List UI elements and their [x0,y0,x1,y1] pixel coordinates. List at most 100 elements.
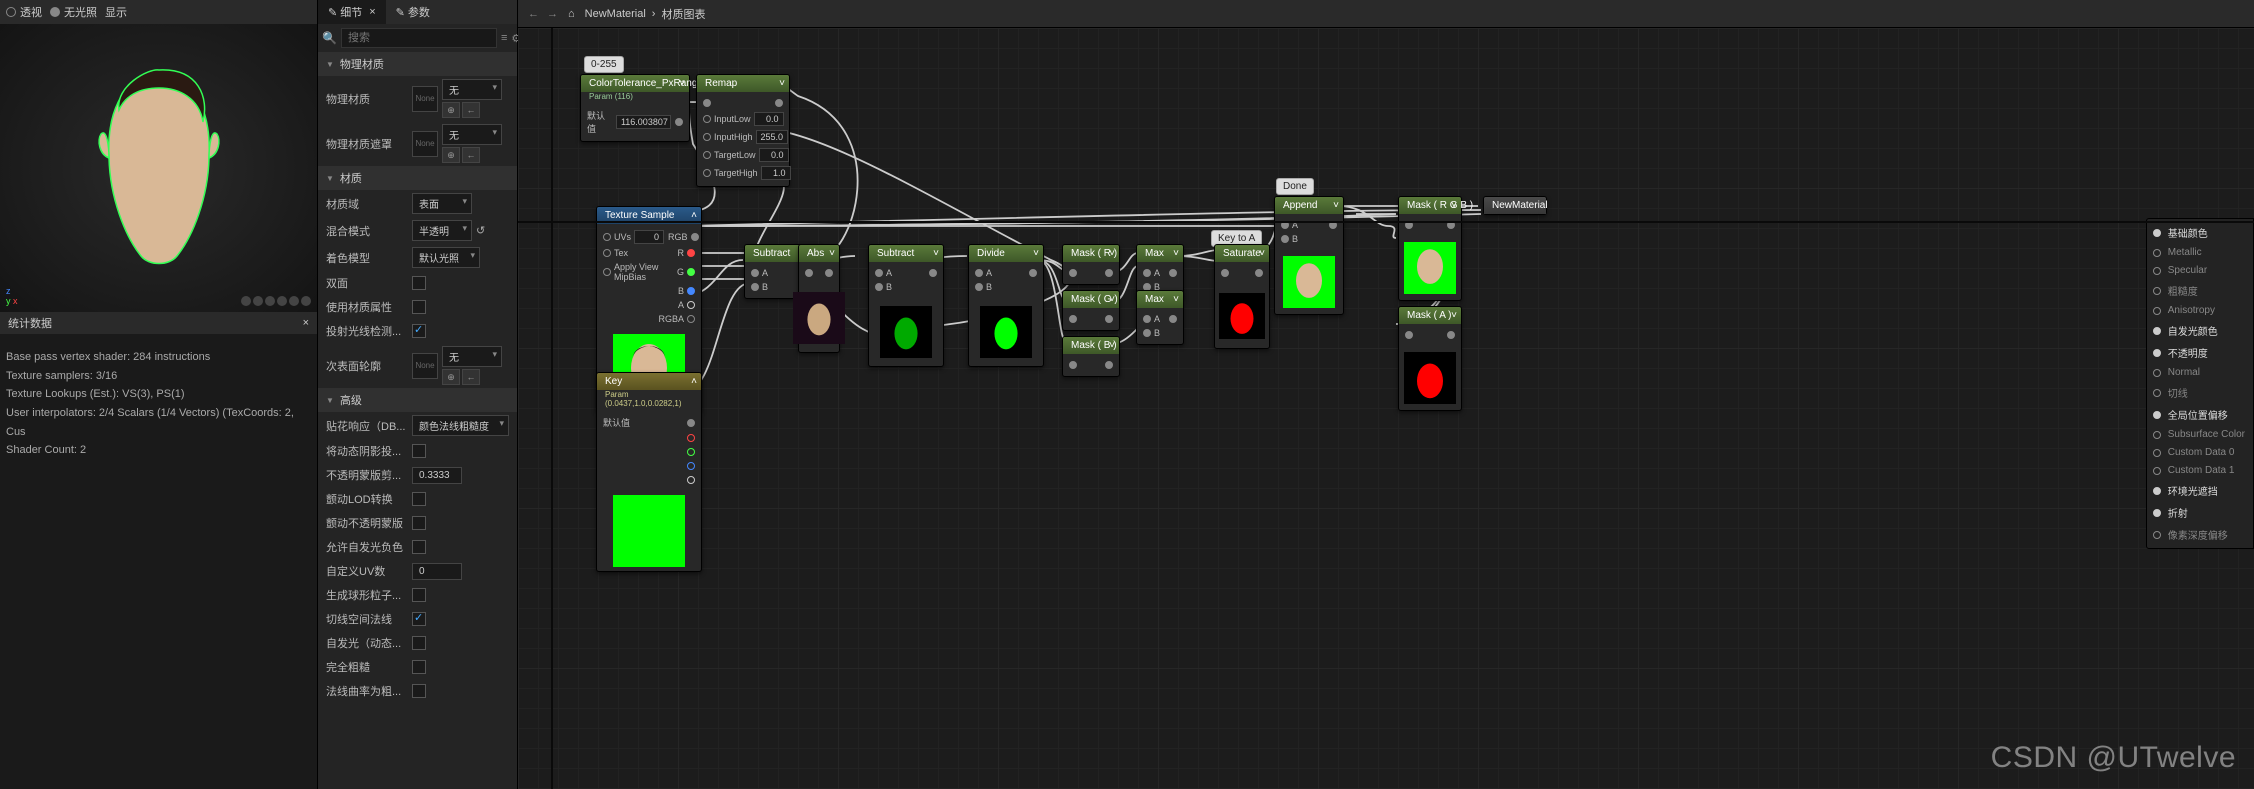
dither-mask-checkbox[interactable] [412,516,426,530]
node-append[interactable]: Append˅ AB [1274,196,1344,315]
shading-model-dropdown[interactable]: 默认光照 [412,247,480,268]
output-pin[interactable]: 全局位置偏移 [2153,407,2245,422]
asset-dropdown[interactable]: 无 [442,79,502,100]
node-preview [793,288,845,348]
node-abs[interactable]: Abs˅ [798,244,840,353]
comment-done[interactable]: Done [1276,178,1314,195]
nav-forward[interactable]: → [547,8,558,20]
reset-icon[interactable]: ↺ [476,224,485,237]
output-pin[interactable]: Specular [2153,265,2245,276]
node-preview [1219,288,1265,344]
node-preview [980,302,1032,362]
node-newmaterial[interactable]: NewMaterial [1483,196,1547,215]
tangent-space-checkbox[interactable] [412,612,426,626]
output-pin[interactable]: Custom Data 1 [2153,465,2245,476]
asset-thumbnail[interactable]: None [412,353,438,379]
section-material[interactable]: 材质 [318,166,517,190]
opacity-clip-field[interactable]: 0.3333 [412,467,462,484]
section-advanced[interactable]: 高级 [318,388,517,412]
viewport-3d[interactable]: zy x [0,24,317,312]
persp-toggle[interactable]: 透视 [6,4,42,20]
two-sided-checkbox[interactable] [412,276,426,290]
node-mask-b[interactable]: Mask ( B )˅ [1062,336,1120,377]
output-pin[interactable]: 不透明度 [2153,345,2245,360]
material-outputs: 基础颜色 Metallic Specular 粗糙度 Anisotropy 自发光颜色不透… [2146,218,2254,549]
output-pin[interactable]: Subsurface Color [2153,429,2245,440]
output-pin[interactable]: 自发光颜色 [2153,323,2245,338]
browse-icon[interactable]: ⊕ [442,147,460,163]
allow-negative-checkbox[interactable] [412,540,426,554]
close-icon[interactable]: × [369,6,375,18]
output-pin[interactable]: 基础颜色 [2153,225,2245,240]
node-saturate[interactable]: Saturate˅ [1214,244,1270,349]
node-mask-rgb[interactable]: Mask ( R G B )˅ [1398,196,1462,301]
custom-uv-field[interactable]: 0 [412,563,462,580]
viewport-toolbar: 透视 无光照 显示 [0,0,317,24]
node-divide[interactable]: Divide˅ A B [968,244,1044,367]
browse-icon[interactable]: ⊕ [442,102,460,118]
blend-mode-dropdown[interactable]: 半透明 [412,220,472,241]
dynamic-shadow-checkbox[interactable] [412,444,426,458]
output-pin[interactable]: Custom Data 0 [2153,447,2245,458]
breadcrumb[interactable]: NewMaterial›材质图表 [585,6,706,22]
show-menu[interactable]: 显示 [105,4,127,20]
gen-particle-checkbox[interactable] [412,588,426,602]
node-preview [1404,350,1456,406]
normal-curvature-checkbox[interactable] [412,684,426,698]
use-icon[interactable]: ← [462,369,480,385]
node-remap[interactable]: Remap˅ InputLow0.0 InputHigh255.0 Target… [696,74,790,187]
axis-gizmo: zy x [6,286,18,306]
comment-range[interactable]: 0-255 [584,56,624,73]
output-pin[interactable]: 粗糙度 [2153,283,2245,298]
node-subtract[interactable]: Subtract˅ A B [868,244,944,367]
node-colortolerance[interactable]: ColorTolerance_PxRange˅ Param (116) 默认值1… [580,74,690,142]
output-pin[interactable]: 折射 [2153,505,2245,520]
decal-response-dropdown[interactable]: 颜色法线粗糙度 [412,415,509,436]
asset-dropdown[interactable]: 无 [442,346,502,367]
node-preview [1283,254,1335,310]
node-preview [613,495,685,567]
stats-tab[interactable]: 统计数据× [0,312,317,334]
material-domain-dropdown[interactable]: 表面 [412,193,472,214]
filter-icon[interactable]: ≡ [501,30,507,46]
node-mask-r[interactable]: Mask ( R )˅ [1062,244,1120,285]
asset-dropdown[interactable]: 无 [442,124,502,145]
output-pin[interactable]: Anisotropy [2153,305,2245,316]
home-icon[interactable]: ⌂ [568,8,575,20]
search-input[interactable] [341,28,497,48]
fully-rough-checkbox[interactable] [412,660,426,674]
use-icon[interactable]: ← [462,102,480,118]
stats-line: Texture samplers: 3/16 [6,367,311,386]
default-value-field[interactable]: 116.003807 [616,115,671,129]
stats-line: Shader Count: 2 [6,441,311,460]
stats-body: Base pass vertex shader: 284 instruction… [0,334,317,474]
stats-line: User interpolators: 2/4 Scalars (1/4 Vec… [6,404,311,441]
node-preview [1404,240,1456,296]
use-attributes-checkbox[interactable] [412,300,426,314]
node-mask-g[interactable]: Mask ( G )˅ [1062,290,1120,331]
tab-params[interactable]: ✎ 参数 [386,0,440,24]
node-max[interactable]: Max˅ AB [1136,290,1184,345]
node-mask-a[interactable]: Mask ( A )˅ [1398,306,1462,411]
node-key[interactable]: Key˄ Param (0.0437,1.0,0.0282,1) 默认值 [596,372,702,572]
tab-details[interactable]: ✎ 细节× [318,0,386,24]
output-pin[interactable]: 环境光遮挡 [2153,483,2245,498]
emissive-dynamic-checkbox[interactable] [412,636,426,650]
output-pin[interactable]: Normal [2153,367,2245,378]
cast-ray-checkbox[interactable] [412,324,426,338]
output-pin[interactable]: 像素深度偏移 [2153,527,2245,542]
viewport-layouts[interactable] [241,296,311,306]
use-icon[interactable]: ← [462,147,480,163]
lit-mode-toggle[interactable]: 无光照 [50,4,97,20]
asset-thumbnail[interactable]: None [412,131,438,157]
output-pin[interactable]: Metallic [2153,247,2245,258]
asset-thumbnail[interactable]: None [412,86,438,112]
material-graph-canvas[interactable]: 0-255 Done Key to A [518,28,2254,789]
close-icon[interactable]: × [303,317,309,329]
output-pin[interactable]: 切线 [2153,385,2245,400]
preview-mesh [79,58,239,278]
browse-icon[interactable]: ⊕ [442,369,460,385]
section-physical-material[interactable]: 物理材质 [318,52,517,76]
nav-back[interactable]: ← [528,8,539,20]
dither-lod-checkbox[interactable] [412,492,426,506]
